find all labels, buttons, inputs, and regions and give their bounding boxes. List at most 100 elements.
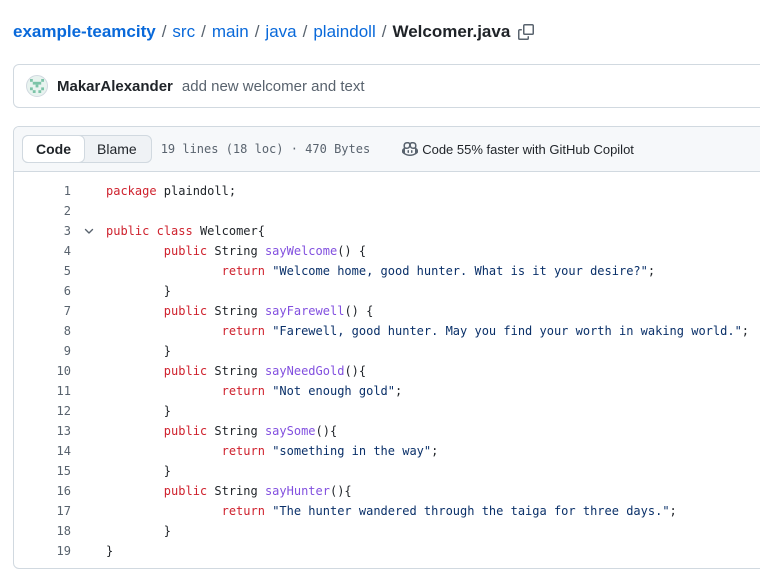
code-text: public String sayNeedGold(){	[106, 364, 366, 378]
copy-icon[interactable]	[518, 24, 535, 40]
breadcrumb-java-link[interactable]: java	[265, 22, 296, 42]
code-keyword: return	[221, 504, 265, 518]
code-line: 19}	[14, 541, 760, 561]
file-header: Code Blame 19 lines (18 loc) · 470 Bytes…	[14, 127, 760, 172]
breadcrumb-src-link[interactable]: src	[172, 22, 195, 42]
line-number[interactable]: 16	[14, 484, 71, 498]
code-token: (){	[315, 424, 338, 438]
code-text: package plaindoll;	[106, 184, 236, 198]
code-token: Welcomer{	[192, 224, 265, 238]
line-number[interactable]: 17	[14, 504, 71, 518]
code-token: ;	[741, 324, 750, 338]
code-line: 13 public String saySome(){	[14, 421, 760, 441]
line-number[interactable]: 19	[14, 544, 71, 558]
copilot-promo-link[interactable]: Code 55% faster with GitHub Copilot	[402, 141, 634, 157]
breadcrumb-separator: /	[254, 22, 260, 41]
line-number[interactable]: 12	[14, 404, 71, 418]
code-method-name: sayHunter	[264, 484, 330, 498]
breadcrumb-separator: /	[161, 22, 167, 41]
code-token: }	[106, 344, 172, 358]
code-line: 16 public String sayHunter(){	[14, 481, 760, 501]
line-number[interactable]: 15	[14, 464, 71, 478]
code-area: 1 package plaindoll; 2 3 public class Welcom…	[14, 172, 760, 561]
code-line: 2	[14, 201, 760, 221]
code-keyword: public	[163, 364, 208, 378]
code-line: 5 return "Welcome home, good hunter. Wha…	[14, 261, 760, 281]
code-method-name: sayFarewell	[264, 304, 345, 318]
line-number[interactable]: 5	[14, 264, 71, 278]
code-keyword: return	[221, 324, 265, 338]
code-keyword: package	[106, 184, 157, 198]
code-text: public String sayWelcome() {	[106, 244, 366, 258]
line-number[interactable]: 13	[14, 424, 71, 438]
commit-message[interactable]: add new welcomer and text	[182, 78, 365, 95]
line-number[interactable]: 14	[14, 444, 71, 458]
code-text: }	[106, 544, 113, 558]
avatar[interactable]	[26, 75, 48, 97]
code-token: plaindoll;	[156, 184, 237, 198]
breadcrumb-plaindoll-link[interactable]: plaindoll	[313, 22, 375, 42]
code-text: return "Farewell, good hunter. May you f…	[106, 324, 749, 338]
copilot-icon	[402, 141, 419, 157]
line-number[interactable]: 3	[14, 224, 71, 238]
breadcrumb-separator: /	[302, 22, 308, 41]
code-text: }	[106, 344, 171, 358]
code-token: (){	[329, 484, 352, 498]
code-string: "The hunter wandered through the taiga f…	[272, 504, 670, 518]
breadcrumb-separator: /	[201, 22, 206, 41]
code-text: return "Not enough gold";	[106, 384, 403, 398]
code-token: String	[207, 364, 265, 378]
code-token: ;	[669, 504, 677, 518]
code-string: "Welcome home, good hunter. What is it y…	[272, 264, 648, 278]
code-token: ;	[395, 384, 403, 398]
code-token: String	[207, 484, 265, 498]
code-token: String	[207, 244, 265, 258]
line-number[interactable]: 8	[14, 324, 71, 338]
code-keyword: public	[163, 244, 208, 258]
code-token: () {	[337, 244, 367, 258]
code-string: "something in the way"	[272, 444, 432, 458]
code-line: 18 }	[14, 521, 760, 541]
line-number[interactable]: 9	[14, 344, 71, 358]
code-keyword: public	[163, 424, 208, 438]
latest-commit-bar: MakarAlexander add new welcomer and text	[13, 64, 760, 108]
line-number[interactable]: 10	[14, 364, 71, 378]
code-line: 17 return "The hunter wandered through t…	[14, 501, 760, 521]
code-method-name: sayWelcome	[264, 244, 338, 258]
code-method-name: sayNeedGold	[264, 364, 345, 378]
line-number[interactable]: 18	[14, 524, 71, 538]
file-meta: 19 lines (18 loc) · 470 Bytes	[160, 142, 371, 156]
code-keyword: public	[163, 304, 208, 318]
line-number[interactable]: 11	[14, 384, 71, 398]
view-toggle: Code Blame	[22, 135, 152, 163]
fold-chevron-icon[interactable]	[71, 225, 106, 237]
code-method-name: saySome	[264, 424, 316, 438]
code-line: 4 public String sayWelcome() {	[14, 241, 760, 261]
commit-author[interactable]: MakarAlexander	[57, 78, 173, 95]
code-token: }	[106, 404, 172, 418]
copilot-promo-text: Code 55% faster with GitHub Copilot	[422, 141, 634, 157]
breadcrumb-repo-link[interactable]: example-teamcity	[13, 22, 156, 42]
breadcrumb-separator: /	[381, 22, 387, 41]
breadcrumb-main-link[interactable]: main	[212, 22, 249, 42]
code-keyword: public	[163, 484, 208, 498]
line-number[interactable]: 6	[14, 284, 71, 298]
line-number[interactable]: 4	[14, 244, 71, 258]
code-token: (){	[344, 364, 367, 378]
code-line: 6 }	[14, 281, 760, 301]
code-line: 12 }	[14, 401, 760, 421]
code-text: }	[106, 284, 171, 298]
code-text: return "Welcome home, good hunter. What …	[106, 264, 656, 278]
tab-code[interactable]: Code	[22, 135, 85, 163]
line-number[interactable]: 1	[14, 184, 71, 198]
line-number[interactable]: 7	[14, 304, 71, 318]
tab-blame[interactable]: Blame	[84, 136, 151, 162]
line-number[interactable]: 2	[14, 204, 71, 218]
code-text: }	[106, 464, 171, 478]
